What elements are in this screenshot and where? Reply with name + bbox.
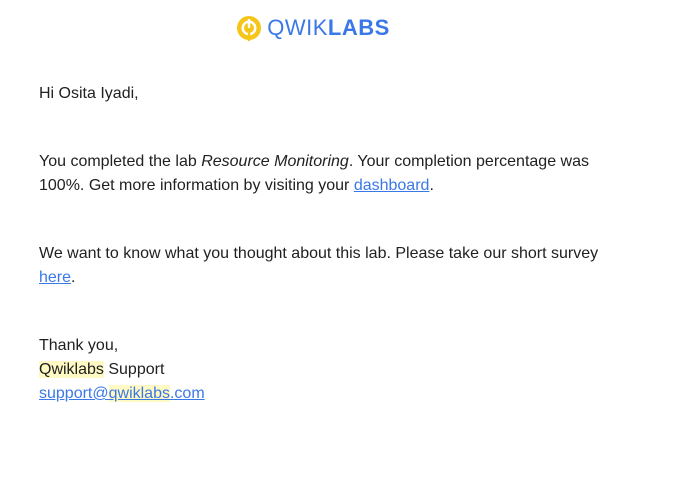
logo-text-bold: LABS [327,15,390,40]
qwiklabs-logo: QWIKLABS [236,15,390,41]
signoff-thanks: Thank you, [39,337,119,354]
survey-prefix: We want to know what you thought about t… [39,245,599,262]
support-email-user: support@ [39,385,109,402]
survey-link[interactable]: here [39,269,71,286]
email-header: QWIKLABS [0,12,626,44]
signoff-team: Support [103,361,165,378]
lab-name: Resource Monitoring [201,153,349,170]
survey-suffix: . [71,269,76,286]
signoff: Thank you, Qwiklabs Support support@qwik… [39,334,599,406]
survey-paragraph: We want to know what you thought about t… [39,242,599,290]
support-email-brand: qwiklabs [108,385,170,402]
dashboard-link[interactable]: dashboard [354,177,430,194]
logo-wordmark: QWIKLABS [267,17,390,39]
completion-suffix: . [429,177,434,194]
support-email-domain: .com [169,385,205,402]
logo-text-light: QWIK [267,15,328,40]
qwiklabs-logo-icon [237,16,262,41]
completion-prefix: You completed the lab [39,153,202,170]
email-body: Hi Osita Iyadi, You completed the lab Re… [39,82,599,406]
support-email-link[interactable]: support@qwiklabs.com [39,385,205,402]
greeting: Hi Osita Iyadi, [39,85,139,102]
signoff-brand: Qwiklabs [39,361,104,378]
completion-paragraph: You completed the lab Resource Monitorin… [39,150,599,198]
